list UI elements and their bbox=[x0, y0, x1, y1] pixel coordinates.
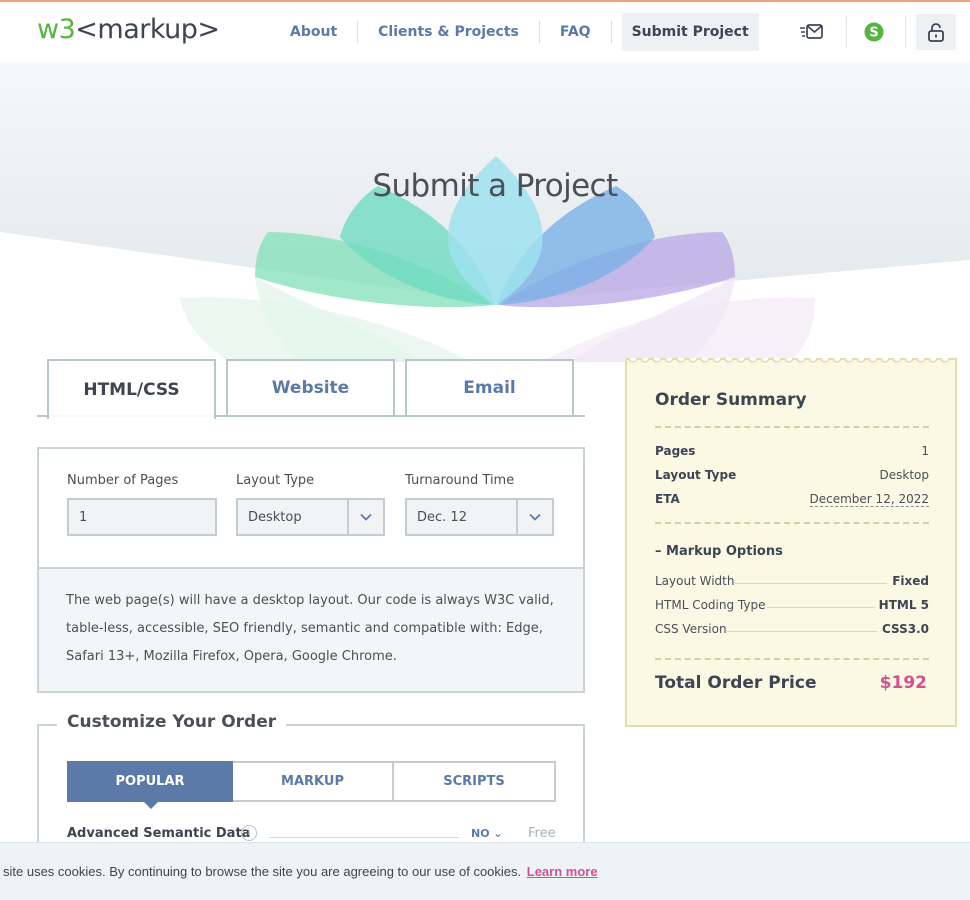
main-nav: About Clients & Projects FAQ Submit Proj… bbox=[280, 12, 759, 52]
pages-value: 1 bbox=[79, 509, 88, 525]
project-type-tabs: HTML/CSS Website Email bbox=[37, 359, 585, 419]
nav-clients-projects[interactable]: Clients & Projects bbox=[368, 13, 529, 51]
dashed-divider bbox=[655, 426, 929, 428]
option-layout-width: Layout Width Fixed bbox=[655, 574, 929, 588]
option-name: Advanced Semantic Data bbox=[67, 826, 251, 841]
option-css-version: CSS Version CSS3.0 bbox=[655, 622, 929, 636]
nav-divider bbox=[610, 21, 612, 43]
svg-text:S: S bbox=[869, 26, 878, 41]
chevron-down-icon bbox=[347, 500, 383, 534]
turnaround-value: Dec. 12 bbox=[417, 509, 467, 525]
header-divider bbox=[846, 16, 847, 48]
nav-divider bbox=[357, 21, 359, 43]
site-logo[interactable]: w3<markup> bbox=[37, 14, 220, 45]
hero-banner: Submit a Project bbox=[0, 62, 970, 362]
layout-label: Layout Type bbox=[236, 473, 315, 488]
learn-more-link[interactable]: Learn more bbox=[527, 864, 598, 879]
option-leader-line bbox=[269, 837, 459, 838]
total-price: $192 bbox=[879, 673, 927, 693]
layout-select[interactable]: Desktop bbox=[236, 498, 385, 536]
nav-faq[interactable]: FAQ bbox=[550, 13, 601, 51]
summary-title: Order Summary bbox=[655, 390, 807, 410]
nav-about[interactable]: About bbox=[280, 13, 347, 51]
option-price: Free bbox=[528, 826, 556, 841]
tab-scripts[interactable]: SCRIPTS bbox=[394, 761, 556, 802]
tab-popular[interactable]: POPULAR bbox=[67, 761, 233, 809]
pages-input[interactable]: 1 bbox=[67, 498, 217, 536]
cookie-text: is site uses cookies. By continuing to b… bbox=[0, 864, 598, 879]
mail-icon[interactable] bbox=[792, 14, 832, 50]
lotus-illustration bbox=[0, 62, 970, 362]
site-header: w3<markup> About Clients & Projects FAQ … bbox=[0, 2, 970, 62]
customize-tabs: POPULAR MARKUP SCRIPTS bbox=[67, 761, 556, 809]
info-icon[interactable]: i bbox=[241, 825, 257, 841]
turnaround-label: Turnaround Time bbox=[405, 473, 515, 488]
nav-divider bbox=[538, 21, 540, 43]
pages-label: Number of Pages bbox=[67, 473, 179, 488]
ticket-edge bbox=[628, 358, 950, 363]
page-title: Submit a Project bbox=[372, 168, 618, 204]
tab-html-css[interactable]: HTML/CSS bbox=[47, 359, 216, 419]
cookie-banner: is site uses cookies. By continuing to b… bbox=[0, 842, 970, 900]
order-summary: Order Summary Pages 1 Layout Type Deskto… bbox=[625, 358, 957, 727]
customize-title: Customize Your Order bbox=[57, 712, 287, 732]
project-options-form: Number of Pages 1 Layout Type Desktop Tu… bbox=[37, 447, 585, 567]
lock-icon[interactable] bbox=[916, 14, 956, 50]
option-html-coding: HTML Coding Type HTML 5 bbox=[655, 598, 929, 612]
skype-icon[interactable]: S bbox=[854, 14, 894, 50]
total-label: Total Order Price bbox=[655, 673, 817, 693]
header-divider bbox=[905, 16, 906, 48]
summary-row-pages: Pages 1 bbox=[655, 444, 929, 458]
summary-row-layout: Layout Type Desktop bbox=[655, 468, 929, 482]
summary-row-eta: ETA December 12, 2022 bbox=[655, 492, 929, 507]
tab-website[interactable]: Website bbox=[226, 359, 395, 415]
layout-description: The web page(s) will have a desktop layo… bbox=[37, 567, 585, 693]
option-toggle[interactable]: NO ⌄ bbox=[471, 827, 503, 840]
nav-submit-project[interactable]: Submit Project bbox=[621, 13, 759, 51]
dashed-divider bbox=[655, 522, 929, 524]
tab-email[interactable]: Email bbox=[405, 359, 574, 415]
chevron-down-icon bbox=[516, 500, 552, 534]
dashed-divider bbox=[655, 658, 929, 660]
turnaround-select[interactable]: Dec. 12 bbox=[405, 498, 554, 536]
markup-options-title[interactable]: – Markup Options bbox=[655, 544, 783, 559]
tab-markup[interactable]: MARKUP bbox=[233, 761, 394, 802]
layout-value: Desktop bbox=[248, 509, 302, 525]
